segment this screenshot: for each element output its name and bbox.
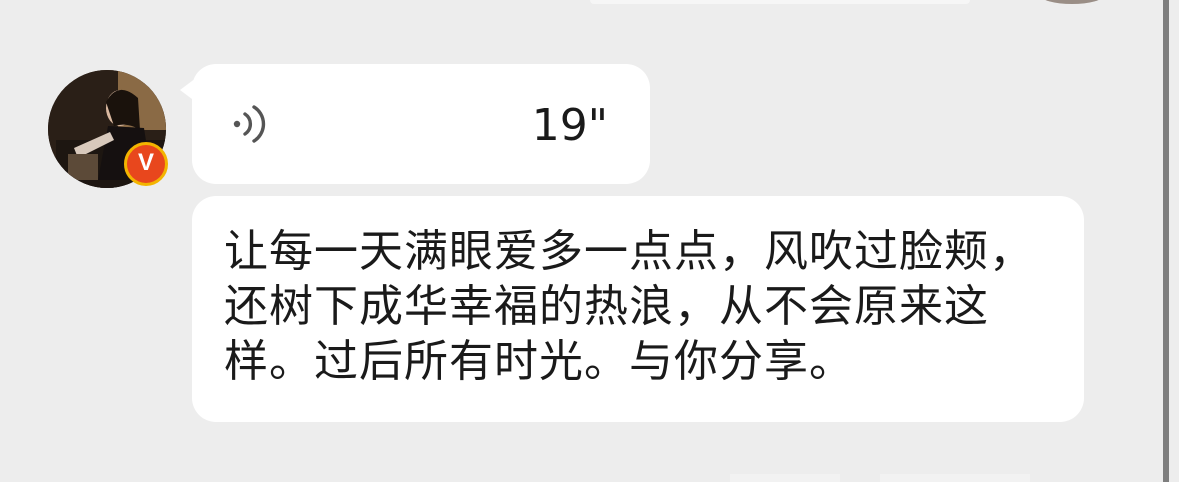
voice-message-bubble[interactable]: 19" — [192, 64, 650, 184]
scrollbar[interactable] — [1163, 0, 1169, 482]
verified-badge-label: V — [127, 145, 165, 183]
text-message-bubble[interactable]: 让每一天满眼爱多一点点，风吹过脸颊，还树下成华幸福的热浪，从不会原来这样。过后所… — [192, 196, 1084, 422]
voice-duration: 19" — [531, 100, 608, 151]
next-message-edge-2 — [880, 474, 1030, 482]
message-text: 让每一天满眼爱多一点点，风吹过脸颊，还树下成华幸福的热浪，从不会原来这样。过后所… — [224, 226, 1034, 387]
voice-wave-icon — [233, 105, 266, 143]
previous-message-edge — [590, 0, 970, 4]
previous-avatar-edge — [1040, 0, 1104, 4]
verified-badge: V — [124, 142, 168, 186]
next-message-edge — [730, 474, 840, 482]
